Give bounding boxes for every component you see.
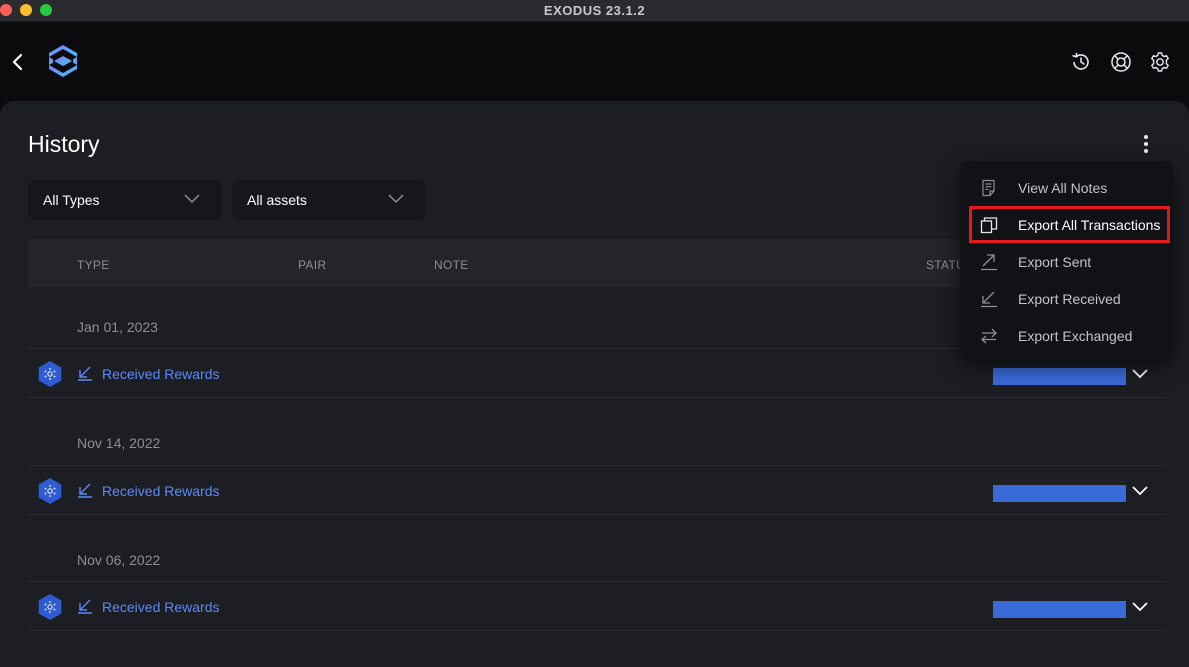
menu-item-export-received[interactable]: Export Received [960, 280, 1173, 317]
menu-item-label: Export Received [1018, 291, 1121, 307]
transaction-type: Received Rewards [102, 366, 220, 382]
date-group-label: Nov 06, 2022 [77, 552, 161, 568]
date-group-label: Nov 14, 2022 [77, 435, 161, 451]
menu-item-label: Export Sent [1018, 254, 1092, 270]
chevron-down-icon [388, 194, 404, 204]
row-divider [28, 397, 1166, 398]
chevron-down-icon [184, 194, 200, 204]
menu-item-export-exchanged[interactable]: Export Exchanged [960, 317, 1173, 354]
type-filter-dropdown[interactable]: All Types [28, 180, 222, 220]
transaction-row[interactable]: Received Rewards [28, 582, 1166, 630]
menu-item-export-sent[interactable]: Export Sent [960, 243, 1173, 280]
arrow-down-left-icon [78, 366, 92, 381]
history-button[interactable] [1069, 50, 1093, 74]
status-badge [993, 485, 1126, 502]
highlight-annotation-box [969, 206, 1170, 243]
status-badge [993, 601, 1126, 618]
back-button[interactable] [6, 50, 28, 74]
expand-chevron-icon[interactable] [1131, 367, 1149, 381]
exodus-logo[interactable] [44, 42, 82, 80]
asset-filter-dropdown[interactable]: All assets [232, 180, 426, 220]
page-title: History [28, 131, 100, 157]
settings-gear-icon [1151, 52, 1169, 72]
cardano-coin-icon [38, 594, 62, 620]
menu-item-label: Export Exchanged [1018, 328, 1133, 344]
row-divider [28, 514, 1166, 515]
export-options-menu: View All Notes Export All Transactions E… [960, 161, 1173, 360]
help-button[interactable] [1109, 50, 1133, 74]
asset-filter-value: All assets [247, 192, 307, 208]
column-header-note[interactable]: NOTE [434, 258, 469, 272]
transaction-type: Received Rewards [102, 599, 220, 615]
history-icon [1072, 52, 1089, 70]
kebab-dot-icon [1144, 142, 1148, 146]
menu-item-label: View All Notes [1018, 180, 1108, 196]
more-options-button[interactable] [1136, 133, 1156, 155]
transaction-type: Received Rewards [102, 483, 220, 499]
status-badge [993, 368, 1126, 385]
window-title: EXODUS 23.1.2 [543, 3, 646, 18]
cardano-coin-icon [38, 361, 62, 387]
notes-icon [982, 179, 995, 197]
type-filter-value: All Types [43, 192, 100, 208]
column-header-pair[interactable]: PAIR [298, 258, 326, 272]
arrow-up-right-icon [981, 254, 997, 271]
top-bar [0, 22, 1189, 102]
date-group-label: Jan 01, 2023 [77, 319, 158, 335]
kebab-dot-icon [1144, 135, 1148, 139]
kebab-dot-icon [1144, 149, 1148, 153]
cardano-coin-icon [38, 478, 62, 504]
arrow-down-left-icon [78, 483, 92, 498]
transaction-row[interactable]: Received Rewards [28, 466, 1166, 514]
column-header-type[interactable]: TYPE [77, 258, 110, 272]
window-titlebar: EXODUS 23.1.2 [0, 0, 1189, 22]
back-chevron-icon [12, 53, 23, 71]
row-divider [28, 630, 1166, 631]
menu-item-view-all-notes[interactable]: View All Notes [960, 169, 1173, 206]
arrow-down-left-icon [78, 599, 92, 614]
exchange-arrows-icon [981, 328, 997, 344]
expand-chevron-icon[interactable] [1131, 600, 1149, 614]
expand-chevron-icon[interactable] [1131, 484, 1149, 498]
arrow-down-left-icon [981, 291, 997, 308]
settings-button[interactable] [1148, 50, 1172, 74]
help-lifebuoy-icon [1111, 52, 1131, 72]
